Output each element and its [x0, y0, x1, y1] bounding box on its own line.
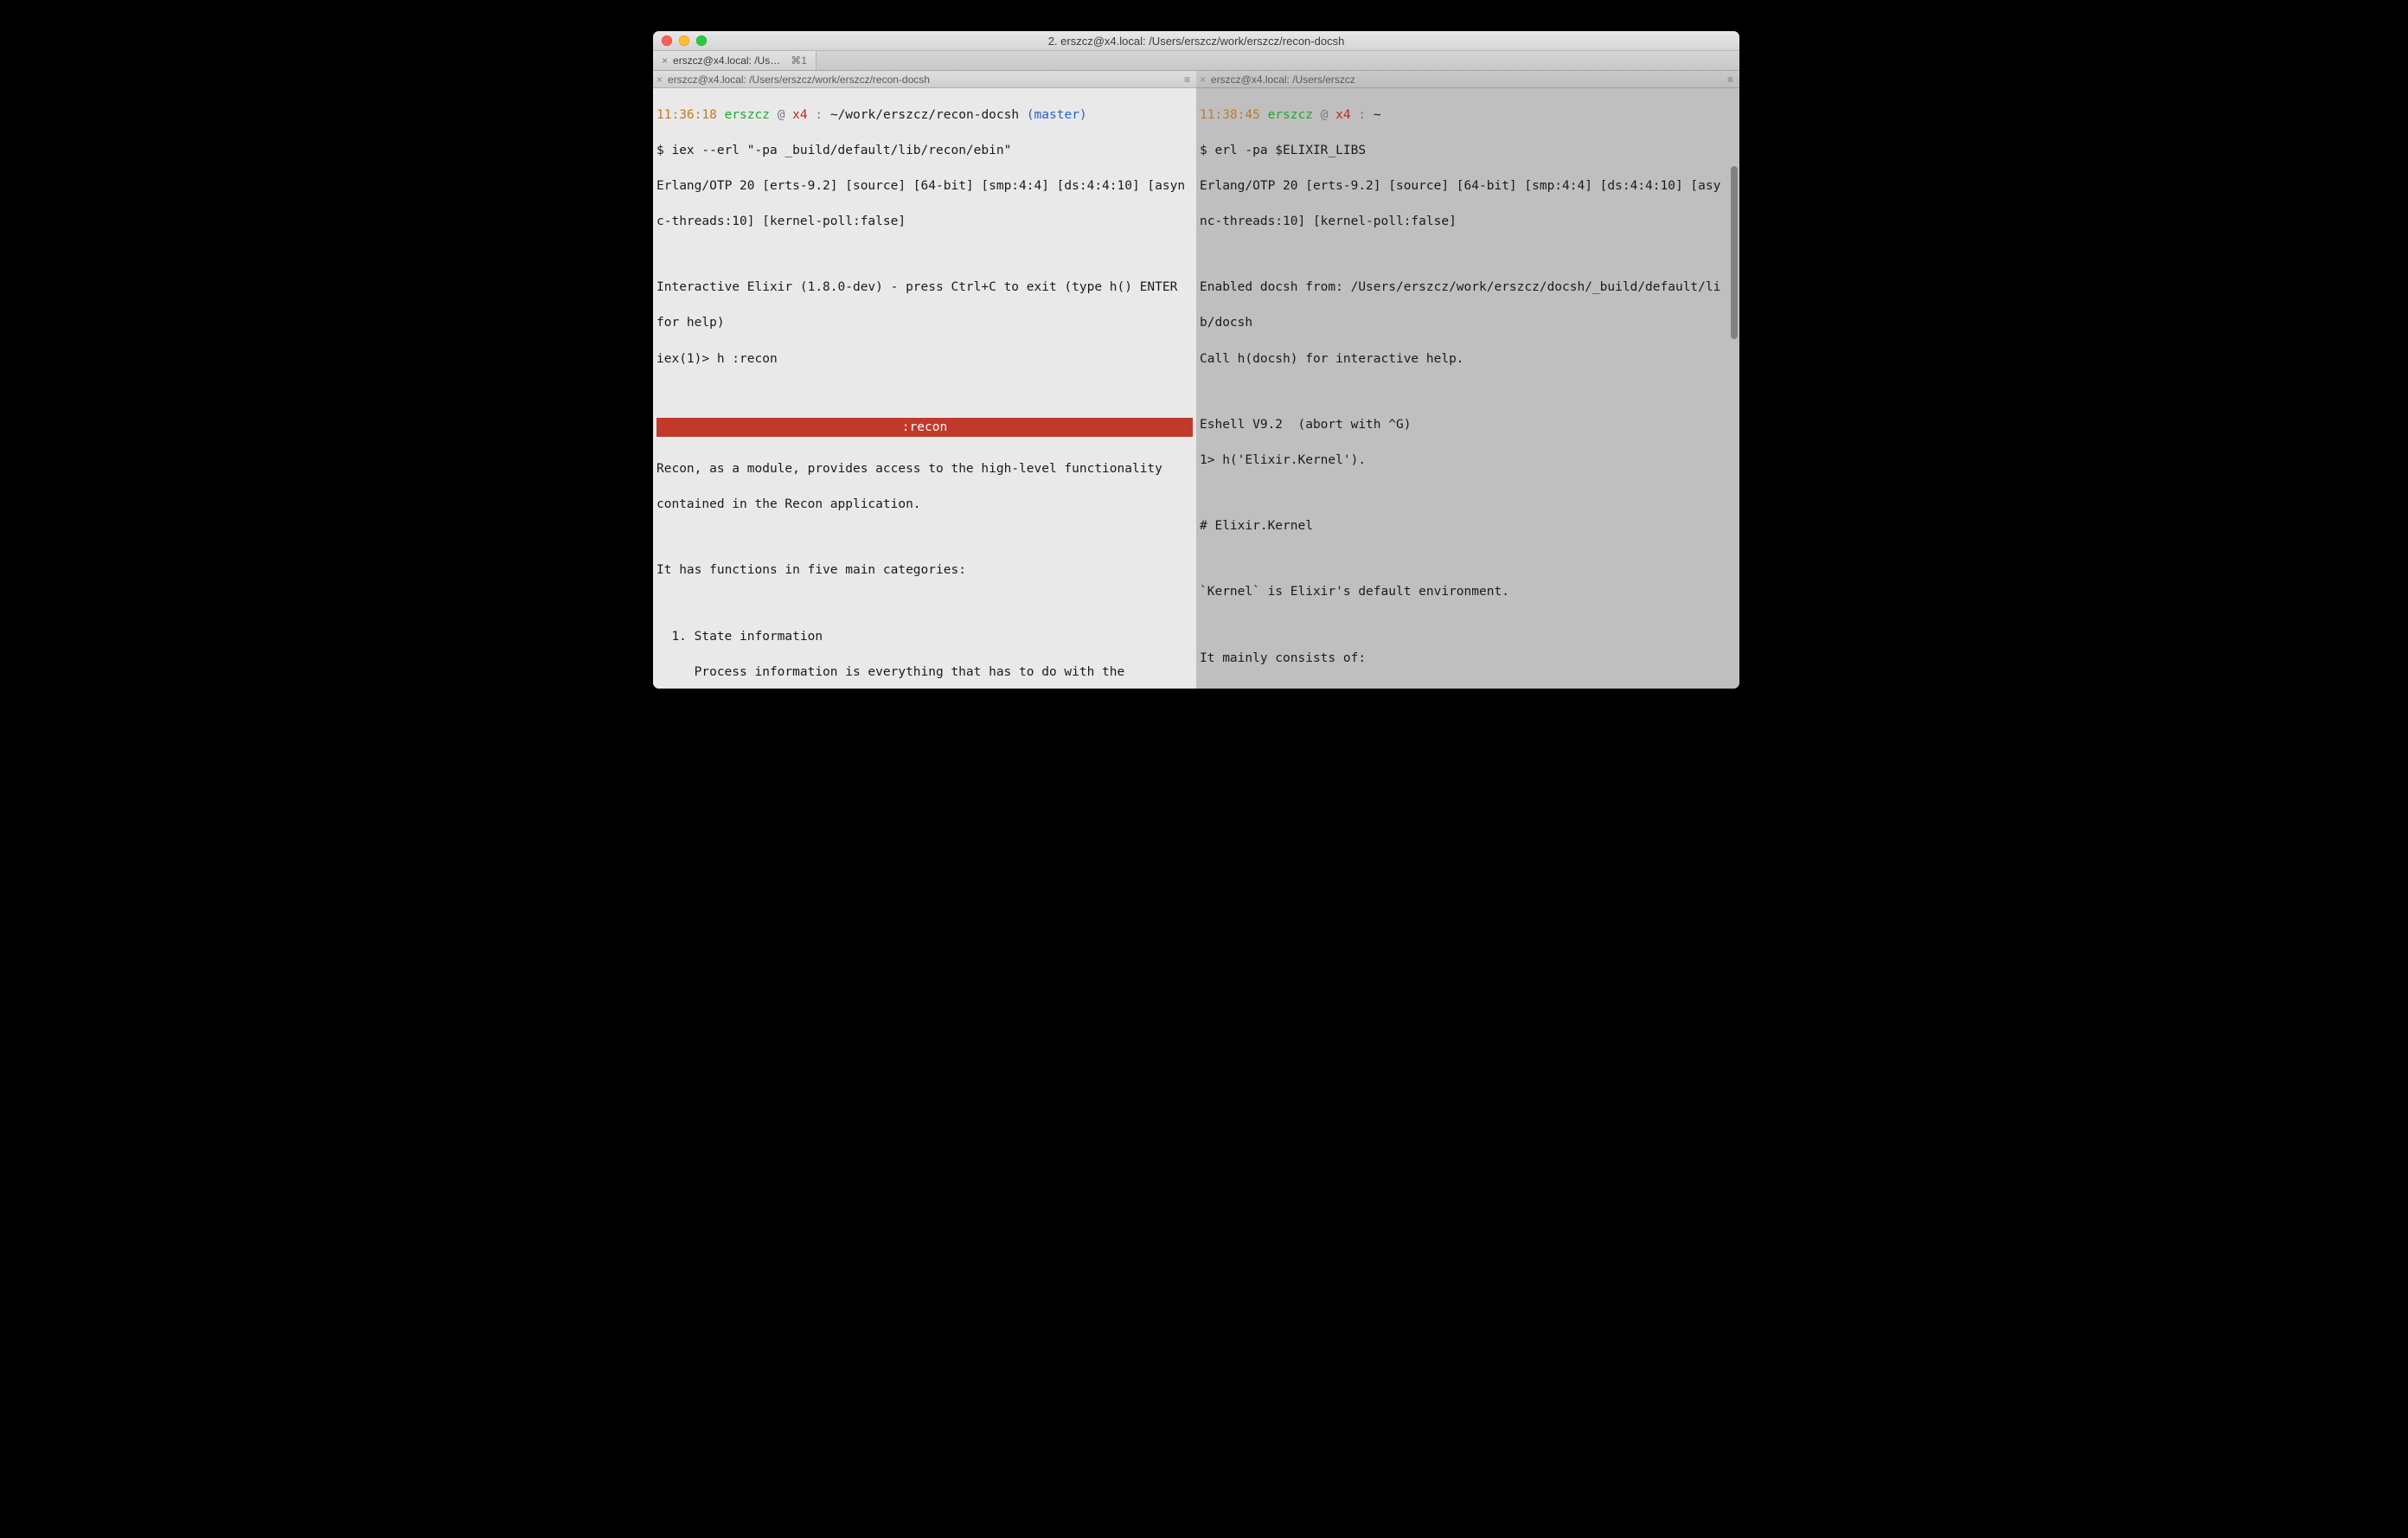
erl-prompt: 1> h('Elixir.Kernel').: [1200, 452, 1736, 470]
doc-line: Recon, as a module, provides access to t…: [656, 460, 1193, 478]
prompt-line: 11:36:18 erszcz @ x4 : ~/work/erszcz/rec…: [656, 106, 1193, 125]
prompt-user: erszcz: [1268, 108, 1313, 122]
docsh-line: Call h(docsh) for interactive help.: [1200, 350, 1736, 368]
right-pane-status: × erszcz@x4.local: /Users/erszcz ≡: [1196, 71, 1739, 88]
prompt-host: x4: [1335, 108, 1350, 122]
window-tab-shortcut: ⌘1: [791, 54, 807, 67]
left-pane-path: erszcz@x4.local: /Users/erszcz/work/ersz…: [668, 74, 930, 86]
scrollbar-thumb[interactable]: [1731, 166, 1738, 339]
doc-line: It has functions in five main categories…: [656, 561, 1193, 580]
iex-banner-cont: for help): [656, 314, 1193, 332]
prompt-branch: (master): [1027, 108, 1087, 122]
cmd-line: $ erl -pa $ELIXIR_LIBS: [1200, 142, 1736, 160]
prompt-line: 11:38:45 erszcz @ x4 : ~: [1200, 106, 1736, 125]
prompt-time: 11:36:18: [656, 108, 717, 122]
docsh-line: b/docsh: [1200, 314, 1736, 332]
otp-banner: Erlang/OTP 20 [erts-9.2] [source] [64-bi…: [656, 177, 1193, 195]
doc-line: `Kernel` is Elixir's default environment…: [1200, 583, 1736, 601]
prompt-time: 11:38:45: [1200, 108, 1260, 122]
zoom-icon[interactable]: [696, 35, 707, 46]
docsh-line: Enabled docsh from: /Users/erszcz/work/e…: [1200, 279, 1736, 297]
pane-close-icon[interactable]: ×: [656, 74, 663, 86]
minimize-icon[interactable]: [679, 35, 689, 46]
window-title: 2. erszcz@x4.local: /Users/erszcz/work/e…: [653, 35, 1739, 48]
prompt-path: ~: [1374, 108, 1381, 122]
iex-prompt: iex(1)> h :recon: [656, 350, 1193, 368]
eshell-banner: Eshell V9.2 (abort with ^G): [1200, 416, 1736, 434]
blank-line: [656, 386, 1193, 399]
prompt-at: @: [778, 108, 785, 122]
left-terminal[interactable]: 11:36:18 erszcz @ x4 : ~/work/erszcz/rec…: [653, 88, 1196, 689]
doc-line: It mainly consists of:: [1200, 650, 1736, 668]
window-tab[interactable]: × erszcz@x4.local: /Us… ⌘1: [653, 51, 817, 70]
prompt-at: @: [1321, 108, 1329, 122]
blank-line: [1200, 386, 1736, 399]
titlebar: 2. erszcz@x4.local: /Users/erszcz/work/e…: [653, 31, 1739, 51]
close-icon[interactable]: [662, 35, 672, 46]
right-terminal[interactable]: 11:38:45 erszcz @ x4 : ~ $ erl -pa $ELIX…: [1196, 88, 1739, 689]
blank-line: [656, 248, 1193, 261]
blank-line: [1200, 553, 1736, 566]
window-tab-label: erszcz@x4.local: /Us…: [673, 54, 780, 67]
doc-heading: # Elixir.Kernel: [1200, 517, 1736, 535]
blank-line: [656, 531, 1193, 544]
prompt-host: x4: [792, 108, 807, 122]
otp-banner-cont: nc-threads:10] [kernel-poll:false]: [1200, 213, 1736, 231]
prompt-colon: :: [1351, 108, 1374, 122]
otp-banner-cont: c-threads:10] [kernel-poll:false]: [656, 213, 1193, 231]
right-pane[interactable]: × erszcz@x4.local: /Users/erszcz ≡ 11:38…: [1196, 71, 1739, 689]
cmd-line: $ iex --erl "-pa _build/default/lib/reco…: [656, 142, 1193, 160]
prompt-colon: :: [808, 108, 830, 122]
blank-line: [1200, 685, 1736, 689]
blank-line: [656, 598, 1193, 611]
left-pane-status: × erszcz@x4.local: /Users/erszcz/work/er…: [653, 71, 1196, 88]
pane-close-icon[interactable]: ×: [1200, 74, 1206, 86]
blank-line: [1200, 248, 1736, 261]
pane-menu-icon[interactable]: ≡: [1184, 74, 1191, 86]
window-tabs: × erszcz@x4.local: /Us… ⌘1: [653, 51, 1739, 71]
blank-line: [1200, 487, 1736, 500]
module-header-banner: :recon: [656, 418, 1193, 438]
doc-line: Process information is everything that h…: [656, 663, 1193, 682]
prompt-user: erszcz: [725, 108, 770, 122]
blank-line: [1200, 619, 1736, 632]
terminal-window: 2. erszcz@x4.local: /Users/erszcz/work/e…: [653, 31, 1739, 689]
doc-list-head: 1. State information: [656, 628, 1193, 646]
otp-banner: Erlang/OTP 20 [erts-9.2] [source] [64-bi…: [1200, 177, 1736, 195]
doc-line: contained in the Recon application.: [656, 496, 1193, 514]
left-pane[interactable]: × erszcz@x4.local: /Users/erszcz/work/er…: [653, 71, 1196, 689]
close-tab-icon[interactable]: ×: [662, 54, 668, 67]
traffic-lights: [653, 35, 707, 46]
prompt-path: ~/work/erszcz/recon-docsh: [830, 108, 1019, 122]
right-pane-path: erszcz@x4.local: /Users/erszcz: [1211, 74, 1355, 86]
split-view: × erszcz@x4.local: /Users/erszcz/work/er…: [653, 71, 1739, 689]
pane-menu-icon[interactable]: ≡: [1727, 74, 1734, 86]
iex-banner: Interactive Elixir (1.8.0-dev) - press C…: [656, 279, 1193, 297]
